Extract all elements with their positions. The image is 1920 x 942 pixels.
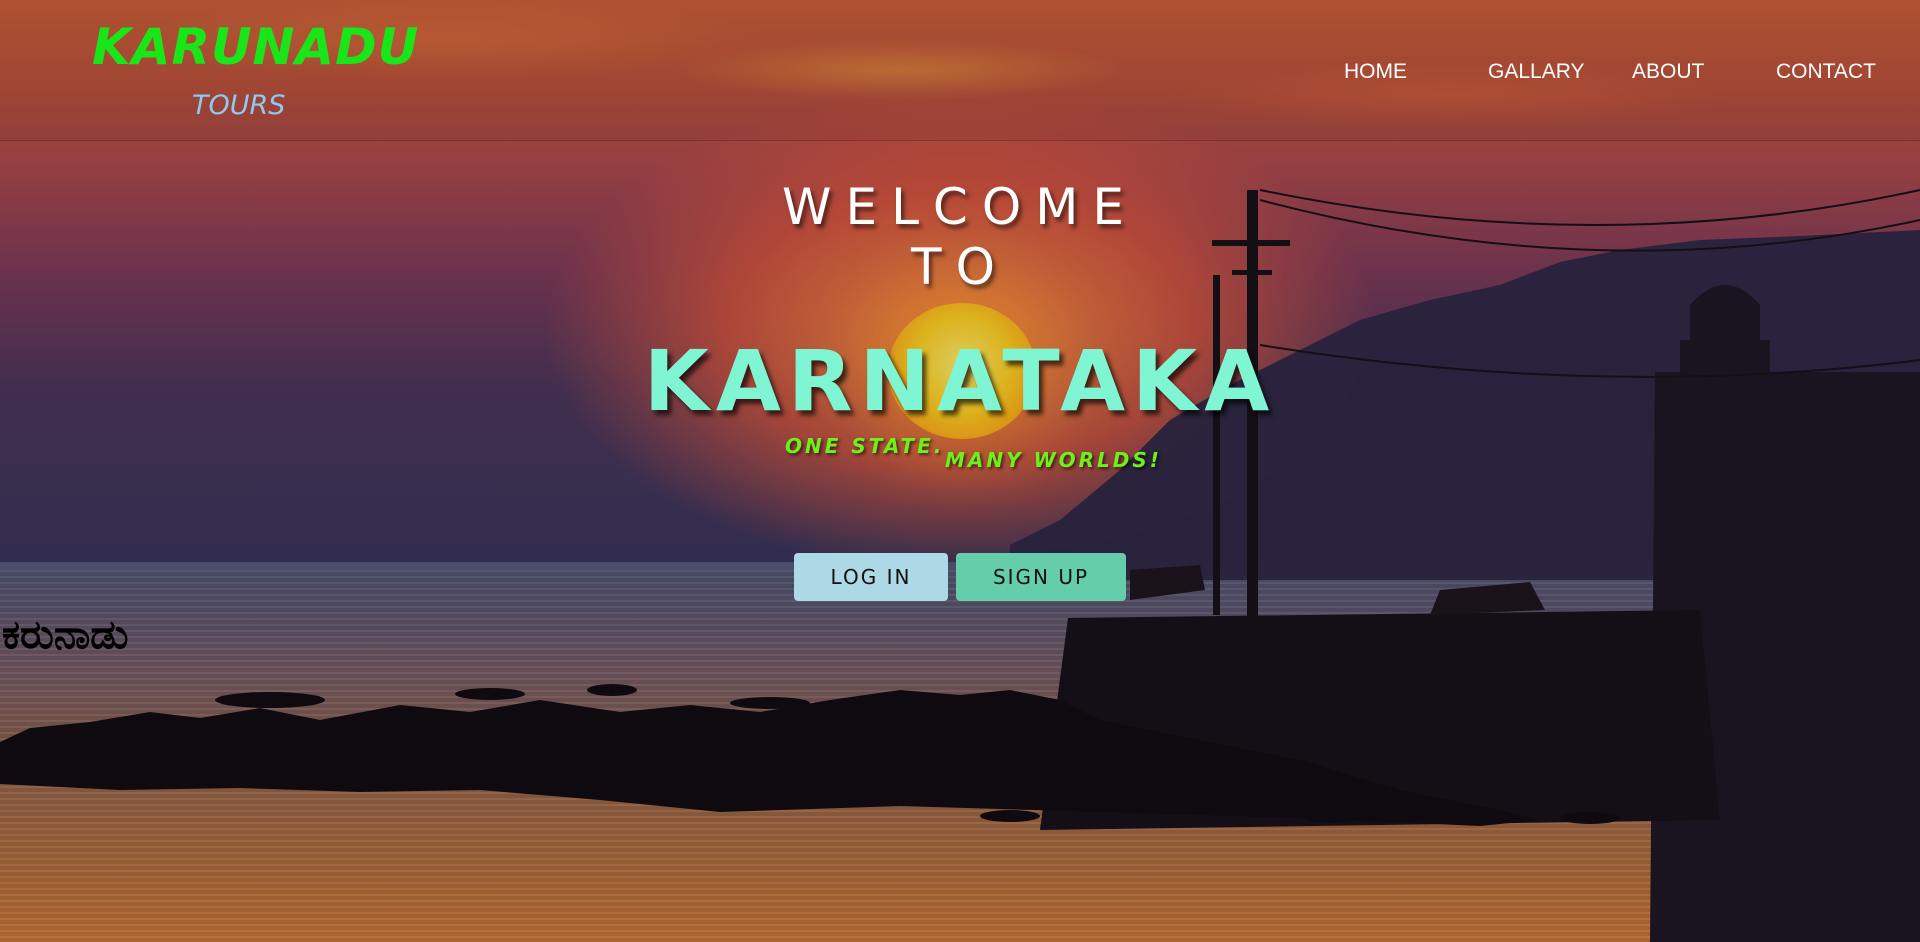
site-header: KARUNADU TOURS HOME GALLARY ABOUT CONTAC… xyxy=(0,0,1920,141)
tagline-many-worlds: MANY WORLDS! xyxy=(945,448,1162,472)
kannada-site-name: ಕರುನಾಡು xyxy=(2,612,129,658)
nav-contact[interactable]: CONTACT xyxy=(1776,60,1876,84)
signup-button[interactable]: SIGN UP xyxy=(956,553,1126,601)
welcome-to-heading: TO xyxy=(911,238,1009,296)
brand-title[interactable]: KARUNADU xyxy=(92,18,419,76)
brand-subtitle: TOURS xyxy=(192,90,286,121)
login-button[interactable]: LOG IN xyxy=(794,553,948,601)
welcome-heading: WELCOME xyxy=(782,178,1138,236)
nav-home[interactable]: HOME xyxy=(1344,60,1407,84)
tagline-one-state: ONE STATE. xyxy=(785,434,945,458)
nav-gallary[interactable]: GALLARY xyxy=(1488,60,1585,84)
nav-about[interactable]: ABOUT xyxy=(1632,60,1704,84)
headline-karnataka: KARNATAKA xyxy=(643,332,1277,430)
